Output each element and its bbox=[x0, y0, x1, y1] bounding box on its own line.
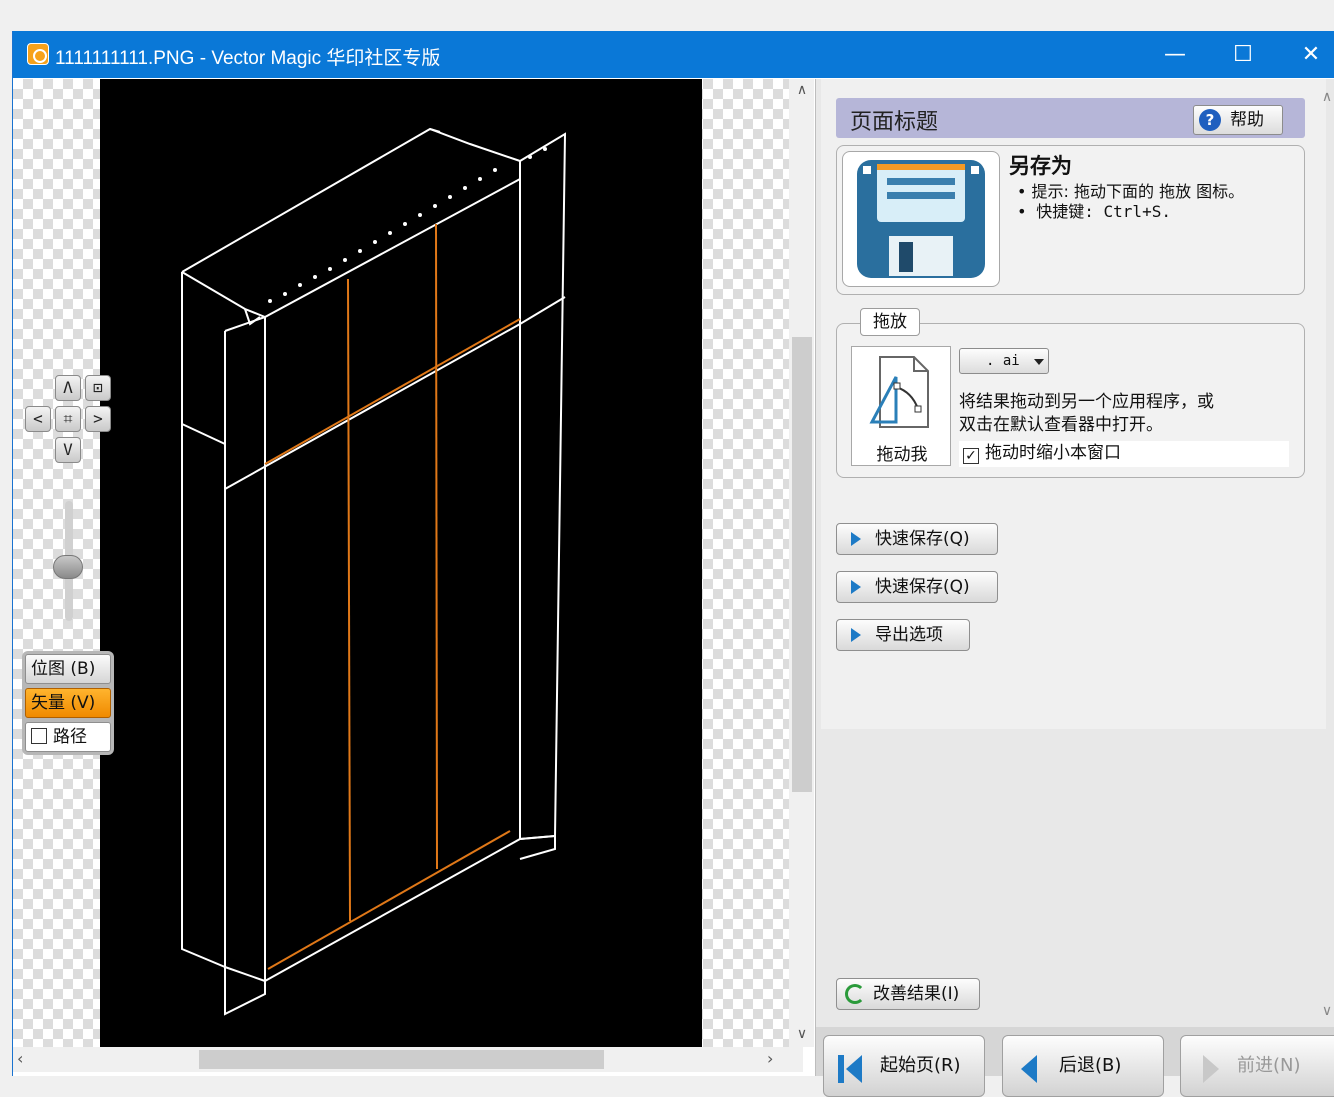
minimize-button[interactable]: — bbox=[1143, 31, 1207, 78]
drag-description-line-2: 双击在默认查看器中打开。 bbox=[959, 415, 1163, 435]
forward-arrow-icon bbox=[1203, 1055, 1219, 1083]
back-button[interactable]: 后退(B) bbox=[1002, 1035, 1164, 1097]
play-arrow-icon bbox=[851, 628, 861, 642]
shrink-window-label: 拖动时缩小本窗口 bbox=[985, 443, 1121, 463]
back-arrow-icon bbox=[1021, 1055, 1037, 1083]
start-page-button[interactable]: 起始页(R) bbox=[823, 1035, 985, 1097]
close-button[interactable]: ✕ bbox=[1279, 31, 1334, 78]
vector-magic-icon bbox=[27, 43, 49, 65]
play-arrow-icon bbox=[851, 580, 861, 594]
quick-save-label: 快速保存(Q) bbox=[875, 529, 970, 549]
vertical-scroll-thumb[interactable] bbox=[792, 337, 812, 792]
save-as-button[interactable] bbox=[842, 151, 1000, 287]
drag-me-label: 拖动我 bbox=[876, 445, 928, 465]
zoom-slider-handle[interactable] bbox=[53, 555, 83, 579]
canvas-area[interactable]: Λ ⊡ < ⌗ > V 位图 (B) 矢量 (V) 路径 bbox=[13, 79, 803, 1047]
skip-back-bar-icon bbox=[838, 1055, 844, 1083]
help-label: 帮助 bbox=[1230, 110, 1264, 130]
chevron-down-icon bbox=[1034, 359, 1044, 365]
path-checkbox[interactable] bbox=[31, 728, 47, 744]
pan-right-button[interactable]: > bbox=[85, 406, 111, 432]
scroll-down-arrow-icon[interactable]: ∨ bbox=[794, 1027, 810, 1041]
save-as-title: 另存为 bbox=[1009, 154, 1072, 178]
export-options-button[interactable]: 导出选项 bbox=[836, 619, 970, 651]
horizontal-scroll-thumb[interactable] bbox=[199, 1050, 604, 1069]
quick-save-button[interactable]: 快速保存(Q) bbox=[836, 523, 998, 555]
pan-left-button[interactable]: < bbox=[25, 406, 51, 432]
improve-result-label: 改善结果(I) bbox=[873, 984, 960, 1004]
drag-drop-box: 拖动我 . ai 将结果拖动到另一个应用程序，或 双击在默认查看器中打开。 ✓ 拖… bbox=[836, 323, 1305, 478]
bitmap-view-button[interactable]: 位图 (B) bbox=[25, 654, 111, 684]
panel-scroll-up-icon[interactable]: ∧ bbox=[1319, 89, 1334, 105]
center-view-button[interactable]: ⌗ bbox=[55, 406, 81, 432]
shrink-window-checkbox[interactable]: ✓ bbox=[963, 448, 979, 464]
page-title: 页面标题 bbox=[850, 110, 939, 135]
scroll-up-arrow-icon[interactable]: ∧ bbox=[794, 83, 810, 97]
app-window: 1111111111.PNG - Vector Magic 华印社区专版 — ☐… bbox=[12, 31, 1334, 1097]
page-header: 页面标题 ? 帮助 bbox=[836, 98, 1305, 138]
vector-drawing bbox=[181, 127, 567, 1016]
title-bar[interactable]: 1111111111.PNG - Vector Magic 华印社区专版 — ☐… bbox=[13, 31, 1334, 78]
vector-view-button[interactable]: 矢量 (V) bbox=[25, 688, 111, 718]
save-panel: 页面标题 ? 帮助 另存为 • 提示: 拖动下面的 拖放 图标。 • 快捷键: … bbox=[815, 79, 1334, 1097]
drag-description-line-1: 将结果拖动到另一个应用程序，或 bbox=[959, 392, 1214, 412]
skip-back-icon bbox=[846, 1055, 862, 1083]
maximize-button[interactable]: ☐ bbox=[1211, 31, 1275, 78]
save-as-shortcut: • 快捷键: Ctrl+S. bbox=[1017, 202, 1171, 221]
path-view-toggle[interactable]: 路径 bbox=[25, 722, 111, 752]
canvas-horizontal-scrollbar[interactable]: ‹ › bbox=[13, 1047, 803, 1072]
export-options-label: 导出选项 bbox=[875, 625, 943, 645]
quick-save-button-2[interactable]: 快速保存(Q) bbox=[836, 571, 998, 603]
start-page-label: 起始页(R) bbox=[880, 1055, 961, 1076]
improve-result-button[interactable]: 改善结果(I) bbox=[836, 978, 980, 1010]
path-label: 路径 bbox=[53, 727, 87, 747]
drag-file-icon bbox=[869, 356, 929, 428]
scroll-left-arrow-icon[interactable]: ‹ bbox=[17, 1051, 33, 1067]
play-arrow-icon bbox=[851, 532, 861, 546]
pan-down-button[interactable]: V bbox=[55, 437, 81, 463]
scroll-right-arrow-icon[interactable]: › bbox=[767, 1051, 783, 1067]
help-button[interactable]: ? 帮助 bbox=[1193, 105, 1283, 135]
window-title: 1111111111.PNG - Vector Magic 华印社区专版 bbox=[55, 48, 441, 69]
back-label: 后退(B) bbox=[1059, 1055, 1122, 1076]
drag-me-handle[interactable]: 拖动我 bbox=[851, 346, 951, 466]
shrink-window-option[interactable]: ✓ 拖动时缩小本窗口 bbox=[959, 441, 1289, 467]
help-icon: ? bbox=[1199, 109, 1221, 131]
view-mode-toggle: 位图 (B) 矢量 (V) 路径 bbox=[22, 651, 114, 755]
vector-result-image[interactable] bbox=[100, 79, 702, 1047]
panel-scroll-down-icon[interactable]: ∨ bbox=[1319, 1003, 1334, 1019]
forward-button[interactable]: 前进(N) bbox=[1180, 1035, 1334, 1097]
canvas-vertical-scrollbar[interactable]: ∧ ∨ bbox=[789, 79, 814, 1047]
drag-drop-group-label: 拖放 bbox=[860, 308, 920, 336]
save-as-box: 另存为 • 提示: 拖动下面的 拖放 图标。 • 快捷键: Ctrl+S. bbox=[836, 145, 1305, 295]
fit-view-button[interactable]: ⊡ bbox=[85, 375, 111, 401]
pan-up-button[interactable]: Λ bbox=[55, 375, 81, 401]
floppy-disk-icon bbox=[857, 160, 985, 278]
quick-save-label-2: 快速保存(Q) bbox=[875, 577, 970, 597]
format-dropdown[interactable]: . ai bbox=[959, 348, 1049, 374]
refresh-icon bbox=[845, 984, 865, 1004]
forward-label: 前进(N) bbox=[1237, 1055, 1301, 1076]
format-value: . ai bbox=[986, 353, 1020, 369]
